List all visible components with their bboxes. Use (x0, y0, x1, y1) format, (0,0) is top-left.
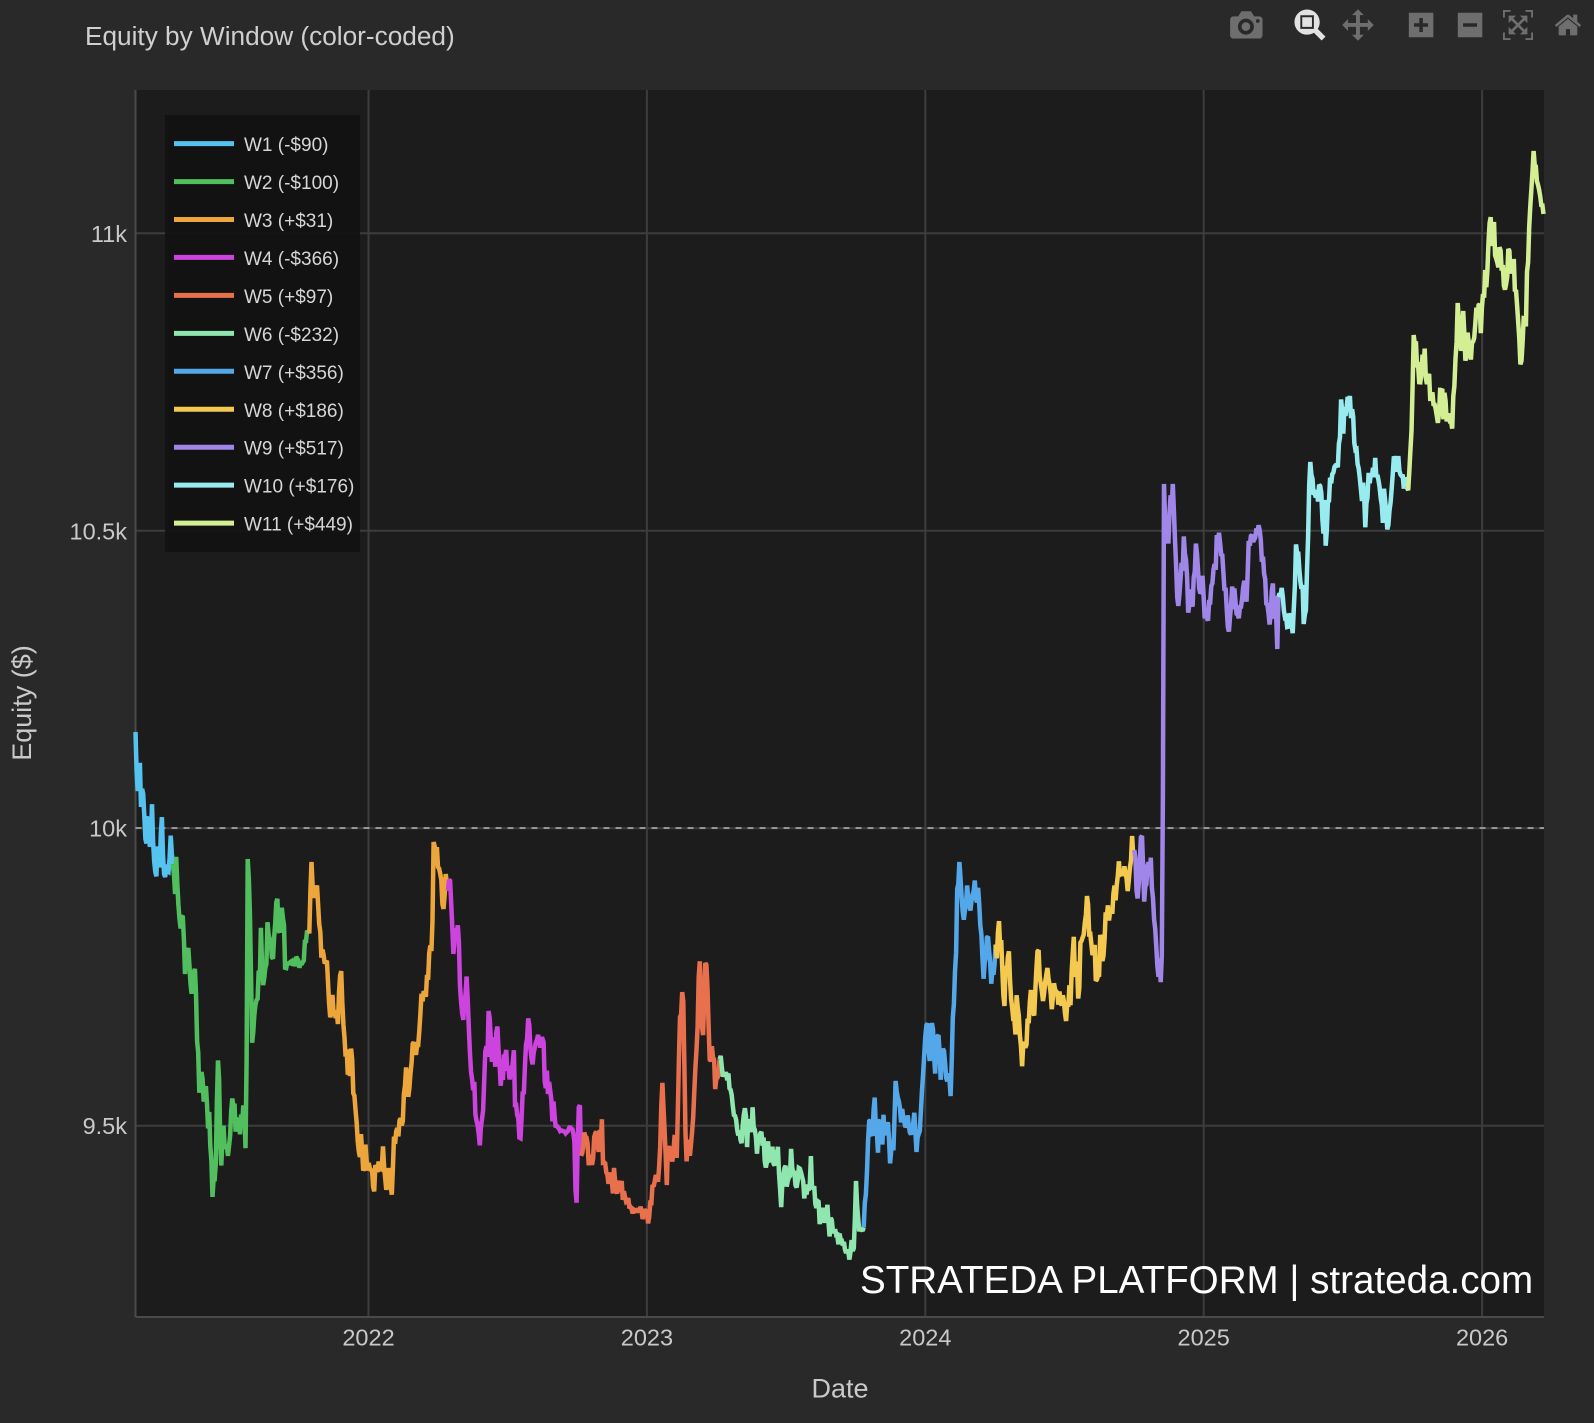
svg-text:W7 (+$356): W7 (+$356) (244, 363, 344, 384)
svg-text:2024: 2024 (899, 1325, 951, 1351)
svg-text:W5 (+$97): W5 (+$97) (244, 287, 333, 308)
svg-text:W11 (+$449): W11 (+$449) (244, 515, 353, 536)
svg-text:W4 (-$366): W4 (-$366) (244, 249, 339, 270)
svg-text:Equity ($): Equity ($) (7, 645, 37, 761)
svg-text:W3 (+$31): W3 (+$31) (244, 211, 333, 232)
svg-text:Equity by Window (color-coded): Equity by Window (color-coded) (85, 21, 455, 51)
svg-text:W1 (-$90): W1 (-$90) (244, 135, 328, 156)
svg-text:W2 (-$100): W2 (-$100) (244, 173, 339, 194)
svg-text:10.5k: 10.5k (70, 518, 128, 544)
svg-text:W10 (+$176): W10 (+$176) (244, 477, 354, 498)
svg-text:STRATEDA PLATFORM | strateda.c: STRATEDA PLATFORM | strateda.com (860, 1259, 1533, 1302)
svg-text:2026: 2026 (1456, 1325, 1508, 1351)
svg-text:2022: 2022 (342, 1325, 394, 1351)
svg-text:W8 (+$186): W8 (+$186) (244, 401, 344, 422)
svg-text:10k: 10k (89, 816, 127, 842)
svg-text:W9 (+$517): W9 (+$517) (244, 439, 344, 460)
svg-text:Date: Date (811, 1374, 868, 1404)
svg-text:9.5k: 9.5k (83, 1113, 128, 1139)
svg-text:W6 (-$232): W6 (-$232) (244, 325, 339, 346)
svg-text:11k: 11k (91, 221, 127, 247)
svg-text:2025: 2025 (1178, 1325, 1230, 1351)
svg-text:2023: 2023 (621, 1325, 673, 1351)
